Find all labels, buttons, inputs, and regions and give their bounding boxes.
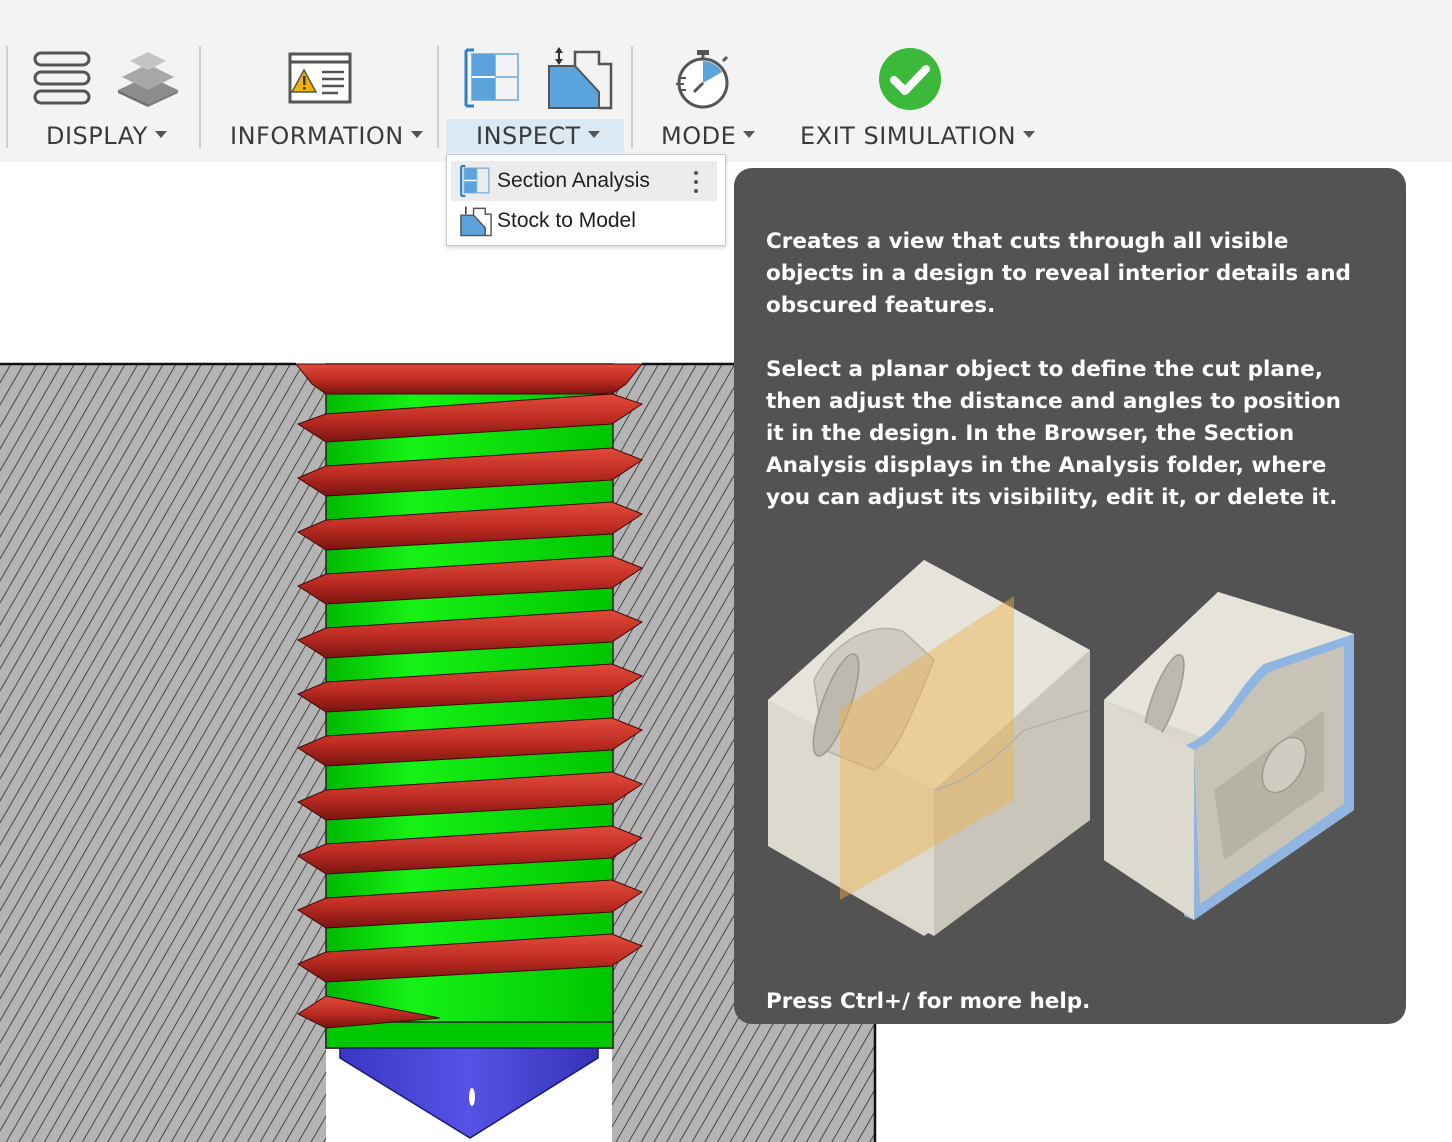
caret-down-icon bbox=[1023, 130, 1036, 138]
inspect-menu[interactable]: INSPECT bbox=[476, 120, 600, 152]
toolbar-separator bbox=[437, 46, 439, 148]
tooltip-description: Creates a view that cuts through all vis… bbox=[766, 229, 1351, 318]
stock-to-model-icon[interactable] bbox=[545, 46, 615, 110]
caret-down-icon bbox=[154, 130, 167, 138]
menu-item-stock-to-model[interactable]: Stock to Model bbox=[451, 201, 717, 241]
warning-panel-icon[interactable] bbox=[288, 52, 352, 104]
drill-tip bbox=[339, 1047, 599, 1139]
tooltip-help-hint: Press Ctrl+/ for more help. bbox=[766, 989, 1091, 1014]
sectioned-block bbox=[1104, 592, 1354, 920]
information-menu[interactable]: INFORMATION bbox=[230, 120, 423, 152]
information-label: INFORMATION bbox=[230, 122, 404, 150]
menu-item-label: Section Analysis bbox=[497, 169, 650, 192]
caret-down-icon bbox=[743, 130, 756, 138]
toolbar-separator bbox=[6, 46, 8, 148]
exit-simulation-label: EXIT SIMULATION bbox=[800, 122, 1017, 150]
tip-highlight bbox=[469, 1088, 475, 1106]
section-analysis-icon bbox=[460, 165, 490, 197]
menu-item-section-analysis[interactable]: Section Analysis bbox=[451, 161, 717, 201]
section-analysis-icon[interactable] bbox=[462, 48, 522, 108]
section-analysis-illustration bbox=[768, 560, 1354, 936]
exit-simulation-menu[interactable]: EXIT SIMULATION bbox=[800, 120, 1036, 152]
caret-down-icon bbox=[587, 130, 600, 138]
thread-shank bbox=[325, 1021, 614, 1049]
caret-down-icon bbox=[410, 130, 423, 138]
stack-icon[interactable] bbox=[116, 46, 180, 108]
block-with-plane bbox=[768, 560, 1091, 936]
inspect-label: INSPECT bbox=[476, 122, 581, 150]
tooltip-instructions: Select a planar object to define the cut… bbox=[766, 357, 1341, 510]
stock-to-model-icon bbox=[460, 206, 492, 237]
more-options-icon[interactable] bbox=[693, 171, 699, 197]
inspect-dropdown: Section Analysis Stock to Model bbox=[446, 154, 726, 246]
stopwatch-icon[interactable] bbox=[672, 48, 734, 110]
toolbar: DISPLAY INFORMATION INSPECT MODE EXIT SI… bbox=[0, 0, 1452, 162]
mode-menu[interactable]: MODE bbox=[661, 120, 756, 152]
toolbar-separator bbox=[199, 46, 201, 148]
display-label: DISPLAY bbox=[46, 122, 148, 150]
display-menu[interactable]: DISPLAY bbox=[46, 120, 167, 152]
menu-item-label: Stock to Model bbox=[497, 209, 636, 232]
checkmark-icon[interactable] bbox=[878, 47, 942, 111]
toolbar-separator bbox=[631, 46, 633, 148]
mode-label: MODE bbox=[661, 122, 737, 150]
help-tooltip: Creates a view that cuts through all vis… bbox=[734, 168, 1406, 1024]
layers-icon[interactable] bbox=[32, 50, 92, 106]
